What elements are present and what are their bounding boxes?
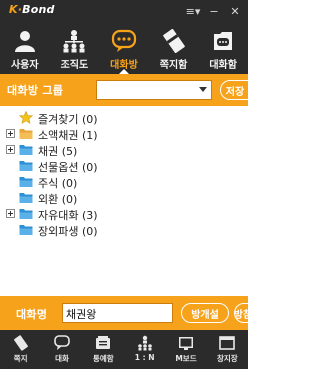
bottom-item-label: M보드 bbox=[175, 354, 197, 363]
expand-icon[interactable] bbox=[6, 129, 15, 138]
tree-item-label: 자유대화 (3) bbox=[38, 209, 98, 222]
bottom-item-label: 쪽지 bbox=[13, 354, 28, 363]
folder-icon bbox=[19, 207, 33, 220]
bottom-item-m-board[interactable]: M보드 bbox=[165, 330, 206, 369]
chat-room-icon bbox=[111, 29, 137, 53]
tree-item-label: 외환 (0) bbox=[38, 193, 78, 206]
tree-item-label: 채권 (5) bbox=[38, 145, 78, 158]
tree-item-label: 선물옵션 (0) bbox=[38, 161, 98, 174]
org-chart-icon bbox=[61, 29, 87, 53]
m-board-icon bbox=[177, 334, 195, 351]
nav-label: 대화방 bbox=[110, 60, 138, 71]
nav-item-org-chart[interactable]: 조직도 bbox=[50, 24, 100, 74]
chat-room-name-input[interactable]: 채권왕 bbox=[62, 303, 173, 323]
bottom-item-one-to-many[interactable]: 1 : N bbox=[124, 330, 165, 369]
note-box-icon bbox=[161, 29, 187, 53]
chat-icon bbox=[53, 334, 71, 351]
tree-item-folder[interactable]: 장외파생 (0) bbox=[0, 222, 248, 238]
bottom-item-note[interactable]: 쪽지 bbox=[0, 330, 41, 369]
open-room-button[interactable]: 방개설 bbox=[181, 303, 229, 323]
window-controls: ≡▾ − ✕ bbox=[186, 4, 242, 18]
nav-item-note-box[interactable]: 쪽지함 bbox=[149, 24, 199, 74]
tree-item-label: 즐겨찾기 (0) bbox=[38, 113, 98, 126]
nav-item-chat-archive[interactable]: 대화함 bbox=[198, 24, 248, 74]
tree-item-favorites[interactable]: 즐겨찾기 (0) bbox=[0, 110, 248, 126]
bottom-item-chat[interactable]: 대화 bbox=[41, 330, 82, 369]
chat-group-tree: 즐겨찾기 (0) 소액채권 (1) 채권 (5) 선물옵션 (0) 주식 (0)… bbox=[0, 106, 248, 296]
bottom-item-label: 통예함 bbox=[92, 354, 114, 363]
tree-item-label: 소액채권 (1) bbox=[38, 129, 98, 142]
one-to-many-icon bbox=[136, 334, 154, 351]
folder-open-icon bbox=[19, 127, 33, 140]
bottom-item-label: 대화 bbox=[55, 354, 69, 363]
bottom-item-contacts[interactable]: 통예함 bbox=[83, 330, 124, 369]
tree-item-folder[interactable]: 주식 (0) bbox=[0, 174, 248, 190]
tree-item-folder[interactable]: 자유대화 (3) bbox=[0, 206, 248, 222]
tree-item-folder[interactable]: 외환 (0) bbox=[0, 190, 248, 206]
note-icon bbox=[12, 334, 30, 351]
join-room-button[interactable]: 방참 bbox=[234, 303, 264, 323]
chat-archive-icon bbox=[210, 29, 236, 53]
nav-label: 대화함 bbox=[209, 60, 237, 71]
main-nav: 사용자 조직도 대화방 쪽지함 대화함 bbox=[0, 24, 248, 74]
title-bar: K·Bond ≡▾ − ✕ bbox=[0, 0, 248, 24]
user-icon bbox=[12, 29, 38, 53]
folder-icon bbox=[19, 223, 33, 236]
chat-group-select[interactable] bbox=[96, 80, 212, 100]
close-icon[interactable]: ✕ bbox=[228, 4, 242, 18]
folder-icon bbox=[19, 191, 33, 204]
folder-icon bbox=[19, 159, 33, 172]
chevron-down-icon bbox=[199, 87, 207, 92]
nav-label: 사용자 bbox=[10, 60, 39, 71]
tree-item-folder[interactable]: 채권 (5) bbox=[0, 142, 248, 158]
menu-dropdown-icon[interactable]: ≡▾ bbox=[186, 4, 201, 18]
nav-label: 쪽지함 bbox=[159, 60, 188, 71]
app-logo: K·Bond bbox=[9, 3, 55, 16]
star-icon bbox=[18, 110, 34, 124]
bottom-item-label: 1 : N bbox=[134, 353, 155, 362]
bottom-item-label: 창지장 bbox=[216, 354, 238, 363]
chat-group-bar: 대화방 그룹 저장 bbox=[0, 74, 260, 106]
tree-item-label: 주식 (0) bbox=[38, 177, 78, 190]
nav-label: 조직도 bbox=[60, 60, 89, 71]
bottom-toolbar: 쪽지 대화 통예함 1 : N M보드 창지장 bbox=[0, 330, 248, 369]
minimize-icon[interactable]: − bbox=[207, 4, 221, 18]
folder-icon bbox=[19, 143, 33, 156]
chat-room-name-label: 대화명 bbox=[16, 308, 48, 321]
folder-icon bbox=[19, 175, 33, 188]
chat-room-name-bar: 대화명 채권왕 방개설 방참 bbox=[0, 296, 264, 330]
nav-item-chat-room[interactable]: 대화방 bbox=[99, 24, 149, 74]
expand-icon[interactable] bbox=[6, 209, 15, 218]
expand-icon[interactable] bbox=[6, 145, 15, 154]
tree-item-folder[interactable]: 선물옵션 (0) bbox=[0, 158, 248, 174]
bottom-item-window[interactable]: 창지장 bbox=[207, 330, 248, 369]
contacts-icon bbox=[94, 334, 112, 351]
chat-group-label: 대화방 그룹 bbox=[7, 84, 64, 97]
window-icon bbox=[218, 334, 236, 351]
tree-item-folder[interactable]: 소액채권 (1) bbox=[0, 126, 248, 142]
save-button[interactable]: 저장 bbox=[220, 80, 260, 100]
tree-item-label: 장외파생 (0) bbox=[38, 225, 98, 238]
nav-item-users[interactable]: 사용자 bbox=[0, 24, 50, 74]
